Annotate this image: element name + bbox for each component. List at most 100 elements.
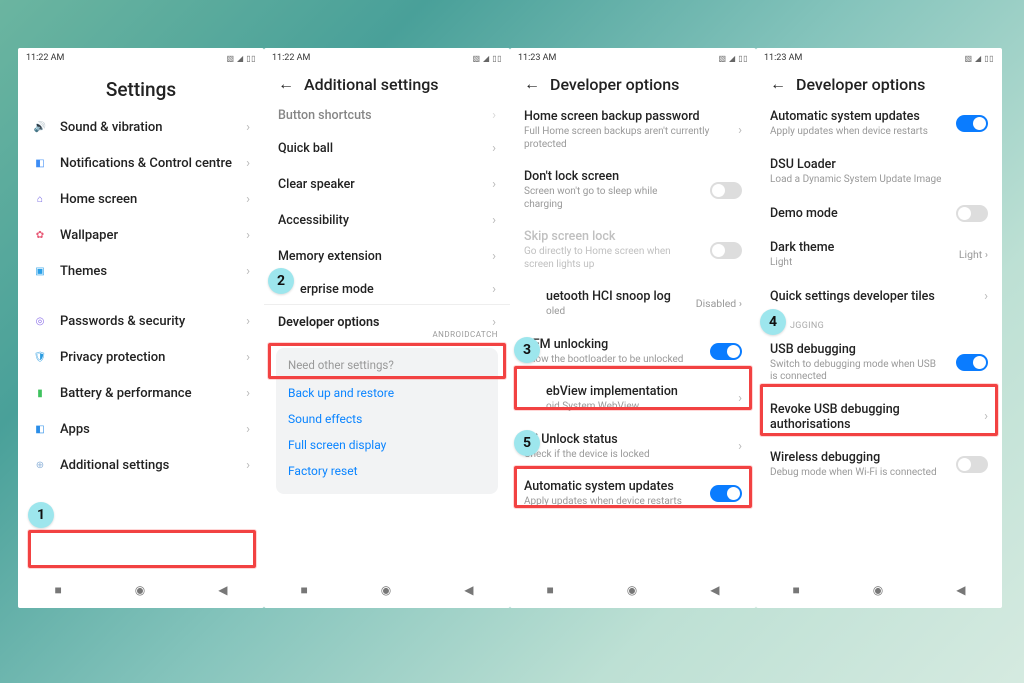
- nav-back-icon[interactable]: ◀: [710, 583, 719, 597]
- android-navbar: ■ ◉ ◀: [18, 572, 264, 608]
- page-title: Settings: [106, 78, 176, 101]
- item-subtitle: Apply updates when device restarts: [770, 126, 944, 139]
- item-label: Wireless debugging: [770, 450, 944, 465]
- item-label: Quick settings developer tiles: [770, 289, 972, 304]
- step-badge-4: 4: [760, 309, 786, 335]
- page-title: Developer options: [796, 75, 925, 94]
- item-label: Themes: [60, 264, 234, 279]
- android-navbar: ■ ◉ ◀: [510, 572, 756, 608]
- settings-item[interactable]: Quick settings developer tiles ›: [756, 279, 1002, 315]
- settings-item[interactable]: Skip screen lock Go directly to Home scr…: [510, 220, 756, 280]
- settings-item[interactable]: ✿ Wallpaper ›: [18, 217, 264, 253]
- chevron-right-icon: ›: [984, 289, 988, 304]
- status-bar: 11:22 AM ▧ ◢ ▯▯: [18, 48, 264, 68]
- status-bar: 11:23 AM ▧ ◢ ▯▯: [756, 48, 1002, 68]
- item-label: Skip screen lock: [524, 229, 698, 244]
- settings-item[interactable]: USB debugging Switch to debugging mode w…: [756, 333, 1002, 393]
- chevron-right-icon: ›: [984, 409, 988, 424]
- settings-item-icon: ▮: [32, 385, 48, 401]
- suggestion-link[interactable]: Factory reset: [288, 458, 486, 484]
- settings-item-enterprise-mode[interactable]: erprise mode›: [264, 274, 510, 304]
- header: ← Developer options: [756, 68, 1002, 100]
- settings-item[interactable]: 🛡 Privacy protection ›: [18, 339, 264, 375]
- settings-item[interactable]: ebView implementation oid System WebView…: [510, 375, 756, 423]
- settings-item[interactable]: Demo mode: [756, 195, 1002, 231]
- item-label: Sound & vibration: [60, 120, 234, 135]
- nav-recents-icon[interactable]: ■: [547, 583, 554, 597]
- settings-item[interactable]: Dark theme Light Light ›: [756, 231, 1002, 279]
- nav-recents-icon[interactable]: ■: [301, 583, 308, 597]
- settings-item[interactable]: Revoke USB debugging authorisations ›: [756, 393, 1002, 441]
- settings-item[interactable]: Automatic system updates Apply updates w…: [510, 470, 756, 518]
- settings-item-developer-options[interactable]: Developer options›: [264, 304, 510, 340]
- toggle-switch[interactable]: [956, 205, 988, 222]
- toggle-switch[interactable]: [710, 343, 742, 360]
- settings-item[interactable]: ⌂ Home screen ›: [18, 181, 264, 217]
- settings-item[interactable]: ◧ Notifications & Control centre ›: [18, 145, 264, 181]
- settings-item[interactable]: OEM unlocking Allow the bootloader to be…: [510, 328, 756, 376]
- settings-item[interactable]: Don't lock screen Screen won't go to sle…: [510, 160, 756, 220]
- toggle-switch[interactable]: [710, 182, 742, 199]
- settings-item-icon: ⊕: [32, 457, 48, 473]
- settings-item[interactable]: Automatic system updates Apply updates w…: [756, 100, 1002, 148]
- settings-item-icon: ▣: [32, 263, 48, 279]
- item-label: Clear speaker: [278, 177, 480, 192]
- settings-item[interactable]: ◧ Apps ›: [18, 411, 264, 447]
- settings-item[interactable]: Mi Unlock status Check if the device is …: [510, 423, 756, 471]
- suggestion-link[interactable]: Sound effects: [288, 406, 486, 432]
- header: Settings: [18, 68, 264, 109]
- android-navbar: ■ ◉ ◀: [756, 572, 1002, 608]
- status-bar: 11:22 AM ▧ ◢ ▯▯: [264, 48, 510, 68]
- settings-item[interactable]: Accessibility ›: [264, 202, 510, 238]
- settings-item-button-shortcuts[interactable]: Button shortcuts›: [264, 100, 510, 130]
- nav-home-icon[interactable]: ◉: [381, 583, 391, 597]
- settings-item[interactable]: ▣ Themes ›: [18, 253, 264, 289]
- nav-home-icon[interactable]: ◉: [627, 583, 637, 597]
- nav-back-icon[interactable]: ◀: [956, 583, 965, 597]
- settings-item[interactable]: 🔊 Sound & vibration ›: [18, 109, 264, 145]
- settings-item[interactable]: Home screen backup password Full Home sc…: [510, 100, 756, 160]
- settings-item[interactable]: DSU Loader Load a Dynamic System Update …: [756, 148, 1002, 196]
- settings-item-icon: 🔊: [32, 119, 48, 135]
- settings-item[interactable]: Quick ball ›: [264, 130, 510, 166]
- chevron-right-icon: ›: [246, 264, 250, 279]
- suggestion-link[interactable]: Full screen display: [288, 432, 486, 458]
- nav-back-icon[interactable]: ◀: [218, 583, 227, 597]
- toggle-switch[interactable]: [956, 456, 988, 473]
- back-icon[interactable]: ←: [524, 74, 540, 94]
- item-label: Notifications & Control centre: [60, 156, 234, 171]
- settings-item[interactable]: ◎ Passwords & security ›: [18, 303, 264, 339]
- item-subtitle: Light: [770, 257, 947, 270]
- settings-item[interactable]: Wireless debugging Debug mode when Wi-Fi…: [756, 441, 1002, 489]
- toggle-switch[interactable]: [710, 485, 742, 502]
- status-time: 11:23 AM: [764, 53, 802, 63]
- back-icon[interactable]: ←: [770, 74, 786, 94]
- settings-item[interactable]: uetooth HCI snoop log oled Disabled ›: [510, 280, 756, 328]
- item-subtitle: oid System WebView: [546, 401, 726, 414]
- chevron-right-icon: ›: [492, 315, 496, 330]
- chevron-right-icon: ›: [246, 228, 250, 243]
- nav-home-icon[interactable]: ◉: [135, 583, 145, 597]
- step-badge-2: 2: [268, 268, 294, 294]
- step-badge-5: 5: [514, 430, 540, 456]
- item-subtitle: Apply updates when device restarts: [524, 496, 698, 509]
- back-icon[interactable]: ←: [278, 74, 294, 94]
- toggle-switch[interactable]: [956, 115, 988, 132]
- toggle-switch[interactable]: [956, 354, 988, 371]
- item-label: Passwords & security: [60, 314, 234, 329]
- nav-home-icon[interactable]: ◉: [873, 583, 883, 597]
- settings-item[interactable]: Memory extension ›: [264, 238, 510, 274]
- settings-item[interactable]: ▮ Battery & performance ›: [18, 375, 264, 411]
- settings-item[interactable]: Clear speaker ›: [264, 166, 510, 202]
- status-icons: ▧ ◢ ▯▯: [719, 54, 748, 63]
- nav-recents-icon[interactable]: ■: [55, 583, 62, 597]
- chevron-right-icon: ›: [492, 282, 496, 297]
- toggle-switch[interactable]: [710, 242, 742, 259]
- chevron-right-icon: ›: [246, 314, 250, 329]
- item-subtitle: Load a Dynamic System Update Image: [770, 174, 988, 187]
- nav-recents-icon[interactable]: ■: [793, 583, 800, 597]
- status-bar: 11:23 AM ▧ ◢ ▯▯: [510, 48, 756, 68]
- suggestion-link[interactable]: Back up and restore: [288, 380, 486, 406]
- settings-item[interactable]: ⊕ Additional settings ›: [18, 447, 264, 483]
- nav-back-icon[interactable]: ◀: [464, 583, 473, 597]
